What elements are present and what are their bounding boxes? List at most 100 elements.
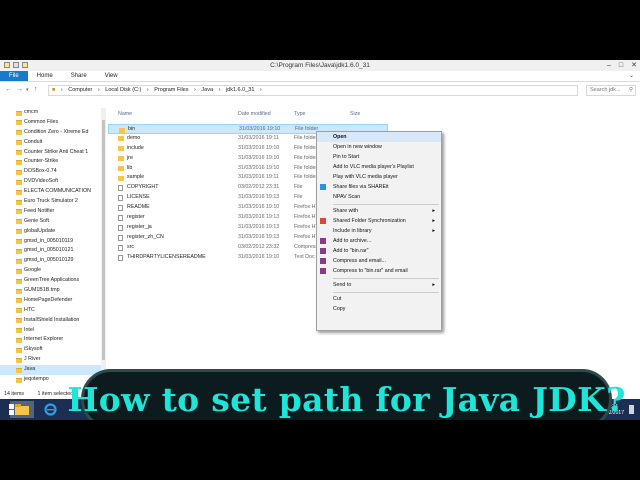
context-menu-item[interactable]: Play with VLC media player [317, 172, 441, 182]
sidebar-item[interactable]: Conduit [0, 138, 106, 148]
breadcrumb-local-disk[interactable]: Local Disk (C:) [105, 87, 141, 93]
column-header-size[interactable]: Size [350, 111, 360, 117]
breadcrumb-computer[interactable]: Computer [68, 87, 92, 93]
sidebar-item[interactable]: GUM1B1B.tmp [0, 286, 106, 296]
close-button[interactable]: ✕ [631, 60, 637, 71]
context-menu-item[interactable]: Add to archive... [317, 236, 441, 246]
sidebar-item-label: Internet Explorer [24, 336, 64, 343]
breadcrumb-program-files[interactable]: Program Files [154, 87, 188, 93]
context-menu-item[interactable]: NPAV Scan [317, 192, 441, 202]
winrar-icon [320, 268, 326, 274]
sidebar-item[interactable]: DOSBox-0.74 [0, 167, 106, 177]
sidebar-item[interactable]: gmsd_in_005010129 [0, 256, 106, 266]
sidebar-item[interactable]: Intel [0, 326, 106, 336]
minimize-button[interactable]: – [607, 60, 611, 71]
context-menu-item[interactable]: Pin to Start [317, 152, 441, 162]
sidebar-item[interactable]: InstallShield Installation [0, 316, 106, 326]
column-header-date[interactable]: Date modified [238, 111, 271, 117]
context-menu-item[interactable]: Open in new window [317, 142, 441, 152]
file-name: COPYRIGHT [127, 184, 159, 191]
context-menu-item[interactable]: Add to "bin.rar" [317, 246, 441, 256]
search-box[interactable]: Search jdk... ⚲ [586, 85, 636, 96]
column-header-type[interactable]: Type [294, 111, 305, 117]
sidebar-item[interactable]: gmsd_in_005010121 [0, 246, 106, 256]
taskbar-internet-explorer[interactable] [38, 401, 62, 418]
sidebar-item-label: Genie Soft [24, 217, 50, 224]
sidebar-item[interactable]: GreenTree Applications [0, 276, 106, 286]
sidebar-item-label: Euro Truck Simulator 2 [24, 198, 78, 205]
sidebar-item[interactable]: Counter Strike Anti Cheat 1 [0, 148, 106, 158]
sidebar-item-label: Condition Zero - Xtreme Ed [24, 128, 89, 135]
sidebar-item[interactable]: HomePageDefender [0, 296, 106, 306]
sidebar-item[interactable]: globalUpdate [0, 227, 106, 237]
context-menu-item[interactable]: Cut [317, 294, 441, 304]
folder-icon [16, 219, 22, 225]
sidebar-item[interactable]: HTC [0, 306, 106, 316]
file-name: THIRDPARTYLICENSEREADME [127, 253, 206, 260]
search-input[interactable]: Search jdk... [590, 87, 621, 93]
context-menu-item[interactable]: Share files via SHAREit [317, 182, 441, 192]
breadcrumb-jdk[interactable]: jdk1.6.0_31 [226, 87, 254, 93]
tab-view[interactable]: View [96, 71, 127, 81]
folder-icon [16, 189, 22, 195]
folder-icon [119, 127, 125, 133]
context-menu-item[interactable]: Copy [317, 304, 441, 314]
sidebar-item[interactable]: Common Files [0, 118, 106, 128]
sidebar-item[interactable]: Feed Notifier [0, 207, 106, 217]
sidebar-item[interactable]: Google [0, 266, 106, 276]
taskbar-file-explorer[interactable] [10, 401, 34, 418]
sidebar-item[interactable]: Java [0, 365, 106, 376]
folder-icon [16, 367, 22, 373]
quick-access-toolbar [4, 62, 28, 68]
sidebar-item[interactable]: J River [0, 355, 106, 365]
context-menu-item[interactable]: Compress and email... [317, 256, 441, 266]
file-date: 31/03/2016 19:10 [238, 253, 280, 260]
menu-separator [333, 203, 439, 205]
context-menu-item[interactable]: Open [317, 132, 441, 142]
sidebar-item[interactable]: Internet Explorer [0, 335, 106, 345]
submenu-arrow-icon: ▸ [432, 218, 435, 224]
context-menu-item-label: Copy [333, 306, 346, 312]
tab-home[interactable]: Home [28, 71, 62, 81]
file-date: 31/03/2016 19:13 [238, 194, 280, 201]
folder-icon[interactable] [4, 62, 10, 68]
folder-icon [16, 120, 22, 126]
folder-icon [16, 209, 22, 215]
context-menu-item[interactable]: Shared Folder Synchronization ▸ [317, 216, 441, 226]
expand-ribbon-icon[interactable]: ⌄ [629, 71, 640, 81]
sidebar-item[interactable]: cmcm [0, 108, 106, 118]
context-menu-item[interactable]: Add to VLC media player's Playlist [317, 162, 441, 172]
breadcrumb-java[interactable]: Java [201, 87, 213, 93]
sidebar-item[interactable]: Genie Soft [0, 217, 106, 227]
back-button[interactable]: ← [5, 85, 12, 95]
context-menu-item[interactable]: Include in library ▸ [317, 226, 441, 236]
maximize-button[interactable]: □ [619, 60, 623, 71]
properties-icon[interactable] [13, 62, 19, 68]
forward-button[interactable]: → [16, 85, 23, 95]
sidebar-item[interactable]: DVDVideoSoft [0, 177, 106, 187]
sidebar-item[interactable]: Condition Zero - Xtreme Ed [0, 128, 106, 138]
up-button[interactable]: ↑ [34, 85, 38, 95]
sidebar-item[interactable]: Counter-Strike [0, 157, 106, 167]
notifications-icon[interactable] [629, 405, 634, 414]
column-header-name[interactable]: Name [118, 111, 132, 117]
sidebar-item[interactable]: Euro Truck Simulator 2 [0, 197, 106, 207]
address-bar[interactable]: ■ › Computer › Local Disk (C:) › Program… [48, 85, 578, 96]
context-menu-item[interactable]: Share with ▸ [317, 206, 441, 216]
tab-file[interactable]: File [0, 71, 28, 81]
sidebar-item[interactable]: iSkysoft [0, 345, 106, 355]
folder-icon [118, 136, 124, 142]
context-menu-item[interactable]: Send to ▸ [317, 280, 441, 290]
sidebar-item[interactable]: gmsd_in_005010119 [0, 237, 106, 247]
context-menu-item[interactable]: Compress to "bin.rar" and email [317, 266, 441, 276]
sidebar-item[interactable]: ELECTA COMMUNICATION [0, 187, 106, 197]
new-folder-icon[interactable] [22, 62, 28, 68]
recent-locations-icon[interactable]: ▾ [26, 85, 29, 95]
folder-icon [16, 298, 22, 304]
tab-share[interactable]: Share [62, 71, 96, 81]
folder-icon [118, 166, 124, 172]
file-name: lib [127, 164, 133, 171]
scrollbar-thumb[interactable] [102, 120, 105, 360]
context-menu-item-label: Send to [333, 282, 352, 288]
folder-icon [16, 169, 22, 175]
